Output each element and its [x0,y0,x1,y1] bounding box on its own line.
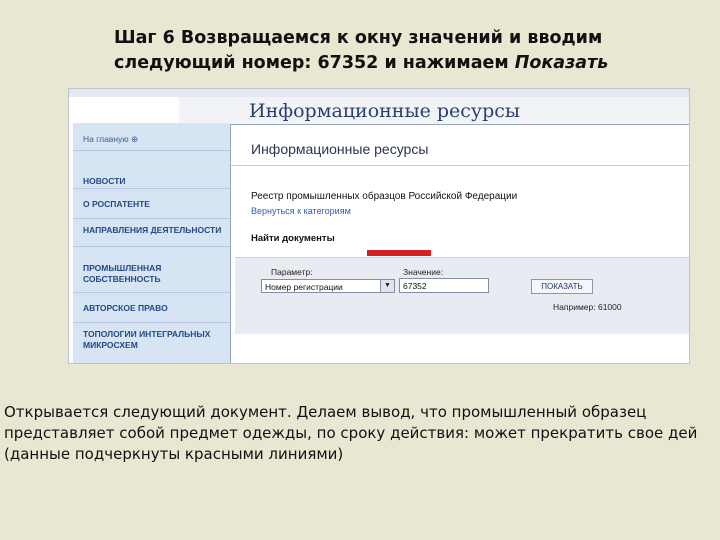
parameter-select-value: Номер регистрации [265,282,343,292]
browser-strip [69,89,689,97]
body-line-3: (данные подчеркнуты красными линиями) [4,445,344,463]
heading-line-2-text: следующий номер: 67352 и нажимаем [114,53,515,73]
sidebar-item-news[interactable]: НОВОСТИ [73,167,231,189]
front-window: Информационные ресурсы Реестр промышленн… [230,124,689,363]
value-label: Значение: [403,267,444,277]
heading-line-1: Шаг 6 Возвращаемся к окну значений и вво… [114,28,603,48]
example-hint: Например: 61000 [553,302,622,312]
parameter-select[interactable]: Номер регистрации ▼ [261,279,395,293]
registry-title: Реестр промышленных образцов Российской … [251,191,518,202]
value-input[interactable]: 67352 [399,278,489,293]
red-underline-marker [367,250,431,256]
sidebar: На главную ⊕ НОВОСТИ О РОСПАТЕНТЕ НАПРАВ… [73,123,231,363]
sidebar-item-copyright[interactable]: АВТОРСКОЕ ПРАВО [73,293,231,323]
sidebar-item-industrial-property[interactable]: ПРОМЫШЛЕННАЯ СОБСТВЕННОСТЬ [73,261,231,293]
sidebar-item-about[interactable]: О РОСПАТЕНТЕ [73,189,231,219]
search-panel: Параметр: Значение: Номер регистрации ▼ … [235,257,689,334]
sidebar-item-home[interactable]: На главную ⊕ [73,129,231,151]
back-to-categories-link[interactable]: Вернуться к категориям [251,206,351,216]
find-documents-heading: Найти документы [251,233,335,244]
slide-heading: Шаг 6 Возвращаемся к окну значений и вво… [114,26,714,76]
background-title: Информационные ресурсы [249,100,521,122]
body-line-2: представляет собой предмет одежды, по ср… [4,424,698,442]
chevron-down-icon[interactable]: ▼ [380,280,394,292]
heading-line-2: следующий номер: 67352 и нажимаем Показа… [114,51,714,76]
title-divider [231,165,689,166]
heading-show-emphasis: Показать [514,53,609,73]
slide-body-text: Открывается следующий документ. Делаем в… [4,402,720,465]
show-button[interactable]: ПОКАЗАТЬ [531,279,593,294]
parameter-label: Параметр: [271,267,313,277]
sidebar-item-topologies[interactable]: ТОПОЛОГИИ ИНТЕГРАЛЬНЫХ МИКРОСХЕМ [73,323,231,353]
front-title: Информационные ресурсы [251,141,429,157]
body-line-1: Открывается следующий документ. Делаем в… [4,403,647,421]
sidebar-item-directions[interactable]: НАПРАВЛЕНИЯ ДЕЯТЕЛЬНОСТИ [73,219,231,247]
